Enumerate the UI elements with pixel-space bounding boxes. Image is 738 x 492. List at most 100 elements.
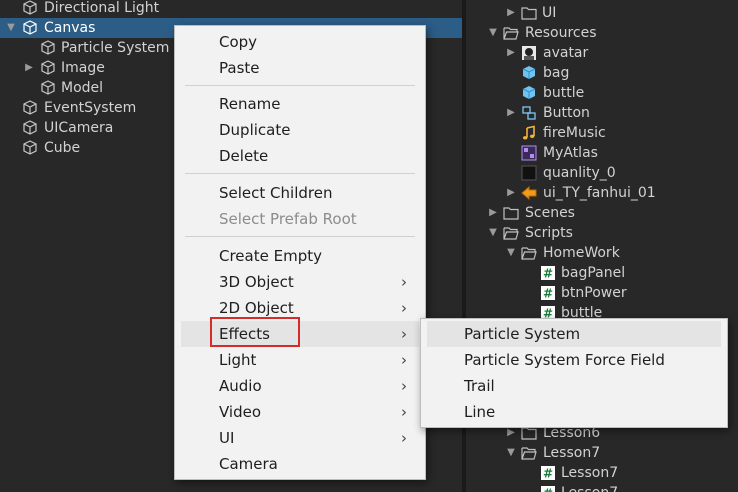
menu-item-video[interactable]: Video › — [181, 399, 419, 425]
project-item-quanlity-0[interactable]: quanlity_0 — [466, 163, 738, 183]
menu-item-label: Light — [219, 351, 257, 369]
menu-item-light[interactable]: Light › — [181, 347, 419, 373]
texture-icon — [521, 165, 537, 181]
project-item-label: ui_TY_fanhui_01 — [543, 185, 656, 201]
menu-item-duplicate[interactable]: Duplicate — [181, 117, 419, 143]
menu-item-delete[interactable]: Delete — [181, 143, 419, 169]
hierarchy-item-label: Cube — [44, 140, 81, 156]
project-item-scenes[interactable]: ▶ Scenes — [466, 203, 738, 223]
menu-item-copy[interactable]: Copy — [181, 29, 419, 55]
collapse-arrow-icon[interactable]: ▶ — [487, 203, 499, 223]
collapse-arrow-icon[interactable]: ▶ — [505, 103, 517, 123]
folder-open-icon — [521, 245, 537, 261]
gameobject-icon — [22, 100, 38, 116]
menu-item-camera[interactable]: Camera — [181, 451, 419, 477]
collapse-arrow-icon[interactable]: ▶ — [505, 43, 517, 63]
svg-text:#: # — [543, 267, 553, 281]
submenu-arrow-icon: › — [401, 403, 407, 421]
expand-arrow-icon[interactable]: ▼ — [505, 243, 517, 263]
expand-arrow-icon[interactable]: ▼ — [505, 443, 517, 463]
project-item-label: Resources — [525, 25, 597, 41]
svg-text:#: # — [543, 487, 553, 492]
menu-item-label: Copy — [219, 33, 258, 51]
menu-item-label: Select Prefab Root — [219, 210, 357, 228]
project-item-label: Lesson7 — [561, 465, 619, 481]
menu-item-select-children[interactable]: Select Children — [181, 180, 419, 206]
project-item-resources[interactable]: ▼ Resources — [466, 23, 738, 43]
hierarchy-item-label: Image — [61, 60, 105, 76]
menu-item-select-prefab-root: Select Prefab Root — [181, 206, 419, 232]
menu-item-create-empty[interactable]: Create Empty — [181, 243, 419, 269]
project-item-label: UI — [542, 5, 557, 21]
project-item-homework[interactable]: ▼ HomeWork — [466, 243, 738, 263]
menu-item-label: Video — [219, 403, 262, 421]
expand-arrow-icon[interactable]: ▼ — [487, 23, 499, 43]
svg-text:#: # — [543, 287, 553, 301]
menu-item-effects[interactable]: Effects › — [181, 317, 419, 347]
project-item-bagpanel[interactable]: # bagPanel — [466, 263, 738, 283]
submenu-item-particle-system-force-field[interactable]: Particle System Force Field — [427, 347, 721, 373]
menu-item-label: Create Empty — [219, 247, 322, 265]
project-item-lesson7-folder[interactable]: ▼ Lesson7 — [466, 443, 738, 463]
project-item-label: Lesson7 — [543, 445, 601, 461]
project-item-button[interactable]: ▶ Button — [466, 103, 738, 123]
collapse-arrow-icon[interactable]: ▶ — [505, 3, 517, 23]
submenu-arrow-icon: › — [401, 273, 407, 291]
menu-item-paste[interactable]: Paste — [181, 55, 419, 81]
expand-arrow-icon[interactable]: ▼ — [487, 223, 499, 243]
ui-prefab-icon — [521, 105, 537, 121]
script-icon: # — [540, 485, 556, 492]
effects-submenu: Particle System Particle System Force Fi… — [420, 318, 728, 428]
project-item-btnpower[interactable]: # btnPower — [466, 283, 738, 303]
menu-item-label: Rename — [219, 95, 281, 113]
project-item-buttle-prefab[interactable]: buttle — [466, 83, 738, 103]
script-icon: # — [540, 265, 556, 281]
project-item-myatlas[interactable]: MyAtlas — [466, 143, 738, 163]
image-asset-icon — [521, 45, 537, 61]
menu-item-label: Camera — [219, 455, 278, 473]
project-item-ui-ty-fanhui-01[interactable]: ▶ ui_TY_fanhui_01 — [466, 183, 738, 203]
submenu-arrow-icon: › — [401, 377, 407, 395]
project-item-bag[interactable]: bag — [466, 63, 738, 83]
atlas-icon — [521, 145, 537, 161]
menu-item-label: Paste — [219, 59, 260, 77]
menu-item-3d-object[interactable]: 3D Object › — [181, 269, 419, 295]
submenu-arrow-icon: › — [401, 325, 407, 343]
folder-icon — [521, 5, 537, 21]
menu-separator — [185, 236, 415, 237]
submenu-item-line[interactable]: Line — [427, 399, 721, 425]
gameobject-icon — [40, 80, 56, 96]
project-item-label: Scripts — [525, 225, 573, 241]
project-item-avatar[interactable]: ▶ avatar — [466, 43, 738, 63]
submenu-item-trail[interactable]: Trail — [427, 373, 721, 399]
project-item-scripts[interactable]: ▼ Scripts — [466, 223, 738, 243]
collapse-arrow-icon[interactable]: ▶ — [505, 183, 517, 203]
submenu-item-particle-system[interactable]: Particle System — [427, 321, 721, 347]
expand-arrow-icon[interactable]: ▼ — [5, 18, 17, 38]
project-item-lesson7-script[interactable]: # Lesson7 — [466, 463, 738, 483]
menu-item-ui[interactable]: UI › — [181, 425, 419, 451]
sprite-icon — [521, 185, 537, 201]
project-item-lesson7-script-2[interactable]: # Lesson7 — [466, 483, 738, 492]
gameobject-icon — [22, 0, 38, 16]
project-item-label: fireMusic — [543, 125, 606, 141]
hierarchy-item-label: Directional Light — [44, 0, 160, 16]
submenu-item-label: Particle System — [464, 325, 581, 343]
prefab-icon — [521, 65, 537, 81]
hierarchy-item-directional-light[interactable]: Directional Light — [0, 0, 462, 18]
project-item-ui[interactable]: ▶ UI — [466, 3, 738, 23]
audio-icon — [521, 125, 537, 141]
project-item-label: MyAtlas — [543, 145, 598, 161]
project-item-label: Lesson7 — [561, 483, 618, 492]
folder-open-icon — [503, 225, 519, 241]
project-item-firemusic[interactable]: fireMusic — [466, 123, 738, 143]
menu-item-rename[interactable]: Rename — [181, 91, 419, 117]
hierarchy-item-label: UICamera — [44, 120, 114, 136]
prefab-icon — [521, 85, 537, 101]
menu-item-audio[interactable]: Audio › — [181, 373, 419, 399]
collapse-arrow-icon[interactable]: ▶ — [23, 58, 35, 78]
project-item-label: bagPanel — [561, 265, 626, 281]
menu-item-label: Duplicate — [219, 121, 291, 139]
menu-item-label: Effects — [219, 325, 270, 343]
svg-text:#: # — [543, 467, 553, 481]
